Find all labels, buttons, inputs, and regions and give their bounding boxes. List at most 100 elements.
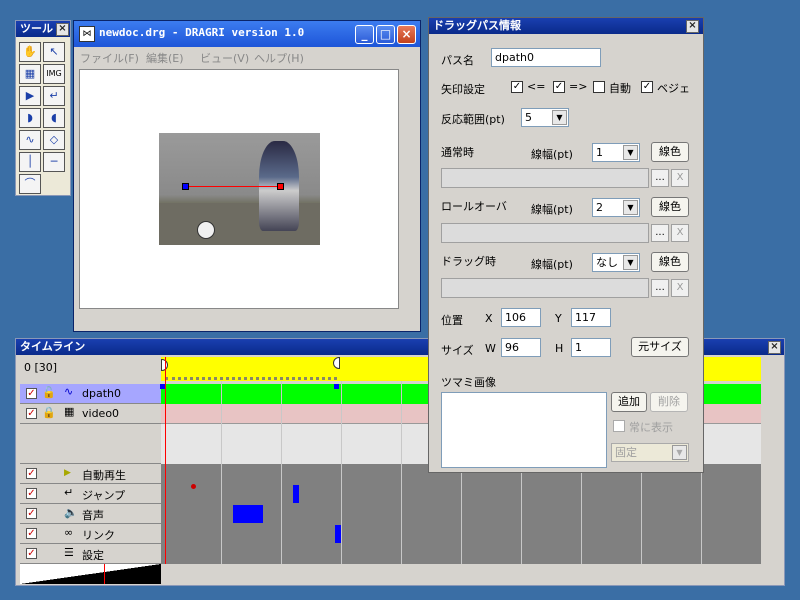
sound-event-block[interactable]: [233, 505, 263, 523]
event-enabled-checkbox[interactable]: ✓: [26, 508, 37, 519]
x-input[interactable]: 106: [501, 308, 541, 327]
menu-edit[interactable]: 編集(E): [146, 50, 184, 66]
lock-icon[interactable]: 🔒: [42, 406, 56, 419]
event-row[interactable]: ✓ 🔈 音声: [20, 504, 161, 524]
arrow-option-checkbox[interactable]: ✓: [553, 81, 565, 93]
film-tool-button[interactable]: ▦: [19, 64, 41, 84]
document-titlebar[interactable]: ⋈ newdoc.drg - DRAGRI version 1.0 _ □ ×: [74, 21, 420, 47]
minimize-button[interactable]: _: [355, 25, 374, 44]
visible-checkbox[interactable]: ✓: [26, 408, 37, 419]
arrow-option-label: =>: [569, 80, 588, 93]
grid-line: [401, 381, 402, 564]
size-label: サイズ: [441, 344, 474, 357]
arrow-option-checkbox[interactable]: [593, 81, 605, 93]
document-title: newdoc.drg - DRAGRI version 1.0: [99, 26, 305, 39]
path-tool-button[interactable]: ∿: [19, 130, 41, 150]
w-input[interactable]: 96: [501, 338, 541, 357]
arrow-option-label: 自動: [609, 82, 631, 95]
event-enabled-checkbox[interactable]: ✓: [26, 488, 37, 499]
event-row[interactable]: ✓ ↵ ジャンプ: [20, 484, 161, 504]
menu-help[interactable]: ヘルプ(H): [254, 50, 304, 66]
event-enabled-checkbox[interactable]: ✓: [26, 548, 37, 559]
half-left-tool-button[interactable]: ◖: [43, 108, 65, 128]
playhead[interactable]: [165, 357, 166, 564]
tool-window-title: ツール: [20, 22, 53, 35]
menu-view[interactable]: ビュー(V): [200, 50, 249, 66]
half-right-tool-button[interactable]: ◗: [19, 108, 41, 128]
close-button[interactable]: ×: [397, 25, 416, 44]
horizontal-scroll[interactable]: [161, 564, 781, 584]
dialog-titlebar[interactable]: ドラッグパス情報: [429, 18, 703, 34]
arrow-option-checkbox[interactable]: ✓: [511, 81, 523, 93]
original-size-button[interactable]: 元サイズ: [631, 337, 689, 357]
always-show-checkbox[interactable]: [613, 420, 625, 432]
arrow-tool-button[interactable]: ↖: [43, 42, 65, 62]
knob-image-preview[interactable]: [441, 392, 607, 468]
zoom-slider-thumb[interactable]: [104, 564, 105, 584]
zoom-slider[interactable]: [20, 564, 161, 584]
curve-tool-button[interactable]: ⌒: [19, 174, 41, 194]
always-show-label: 常に表示: [629, 421, 673, 434]
video-frame[interactable]: [159, 133, 320, 245]
arrow-option-checkbox[interactable]: ✓: [641, 81, 653, 93]
link-event-block[interactable]: [335, 525, 341, 543]
drag-path-line[interactable]: [185, 186, 279, 187]
layer-name-dpath0: dpath0: [82, 387, 121, 400]
normal-line-color-button[interactable]: 線色: [651, 142, 689, 162]
settings-icon: ☰: [64, 546, 74, 559]
h-input[interactable]: 1: [571, 338, 611, 357]
lock-icon[interactable]: 🔓: [42, 386, 56, 399]
rollover-line-color-button[interactable]: 線色: [651, 197, 689, 217]
range-select[interactable]: 5 ▼: [521, 108, 569, 127]
menu-file[interactable]: ファイル(F): [80, 50, 139, 66]
fixed-select[interactable]: 固定 ▼: [611, 443, 689, 462]
delete-button[interactable]: 削除: [650, 392, 688, 412]
jump-event-block[interactable]: [293, 485, 299, 503]
jump-marker[interactable]: [191, 484, 196, 489]
event-row[interactable]: ✓ ☰ 設定: [20, 544, 161, 564]
img-tool-button[interactable]: IMG: [43, 64, 65, 84]
y-input[interactable]: 117: [571, 308, 611, 327]
tool-window-close-button[interactable]: ×: [56, 23, 69, 36]
rollover-image-field[interactable]: [441, 223, 649, 243]
drag-image-field[interactable]: [441, 278, 649, 298]
normal-width-label: 線幅(pt): [531, 148, 573, 161]
chevron-down-icon: ▼: [623, 200, 638, 215]
keyframe-end[interactable]: [334, 384, 339, 389]
maximize-button[interactable]: □: [376, 25, 395, 44]
chevron-down-icon: ▼: [672, 445, 687, 460]
normal-clear-button[interactable]: X: [671, 169, 689, 187]
event-enabled-checkbox[interactable]: ✓: [26, 528, 37, 539]
drag-path-end-handle[interactable]: [277, 183, 284, 190]
normal-width-select[interactable]: 1 ▼: [592, 143, 640, 162]
canvas[interactable]: [79, 69, 399, 309]
timeline-close-button[interactable]: ×: [768, 341, 781, 354]
hline-tool-button[interactable]: ─: [43, 152, 65, 172]
rollover-clear-button[interactable]: X: [671, 224, 689, 242]
rollover-width-select[interactable]: 2 ▼: [592, 198, 640, 217]
grid-line: [341, 381, 342, 564]
drag-path-start-handle[interactable]: [182, 183, 189, 190]
rollover-browse-button[interactable]: ...: [651, 224, 669, 242]
drag-width-select[interactable]: なし ▼: [592, 253, 640, 272]
normal-browse-button[interactable]: ...: [651, 169, 669, 187]
layer-row-video0[interactable]: ✓ 🔒 ▦ video0: [20, 404, 161, 424]
drag-browse-button[interactable]: ...: [651, 279, 669, 297]
dialog-close-button[interactable]: ×: [686, 20, 699, 33]
event-row[interactable]: ✓ ∞ リンク: [20, 524, 161, 544]
diamond-tool-button[interactable]: ◇: [43, 130, 65, 150]
vline-tool-button[interactable]: │: [19, 152, 41, 172]
normal-image-field[interactable]: [441, 168, 649, 188]
layer-row-dpath0[interactable]: ✓ 🔓 ∿ dpath0: [20, 384, 161, 404]
ruler-end-marker[interactable]: [333, 357, 340, 369]
drag-clear-button[interactable]: X: [671, 279, 689, 297]
hand-tool-button[interactable]: ✋: [19, 42, 41, 62]
event-enabled-checkbox[interactable]: ✓: [26, 468, 37, 479]
path-name-input[interactable]: dpath0: [491, 48, 601, 67]
add-button[interactable]: 追加: [611, 392, 647, 412]
drag-line-color-button[interactable]: 線色: [651, 252, 689, 272]
play-tool-button[interactable]: ▶: [19, 86, 41, 106]
return-tool-button[interactable]: ↵: [43, 86, 65, 106]
event-row[interactable]: ✓ ▶ 自動再生: [20, 464, 161, 484]
visible-checkbox[interactable]: ✓: [26, 388, 37, 399]
